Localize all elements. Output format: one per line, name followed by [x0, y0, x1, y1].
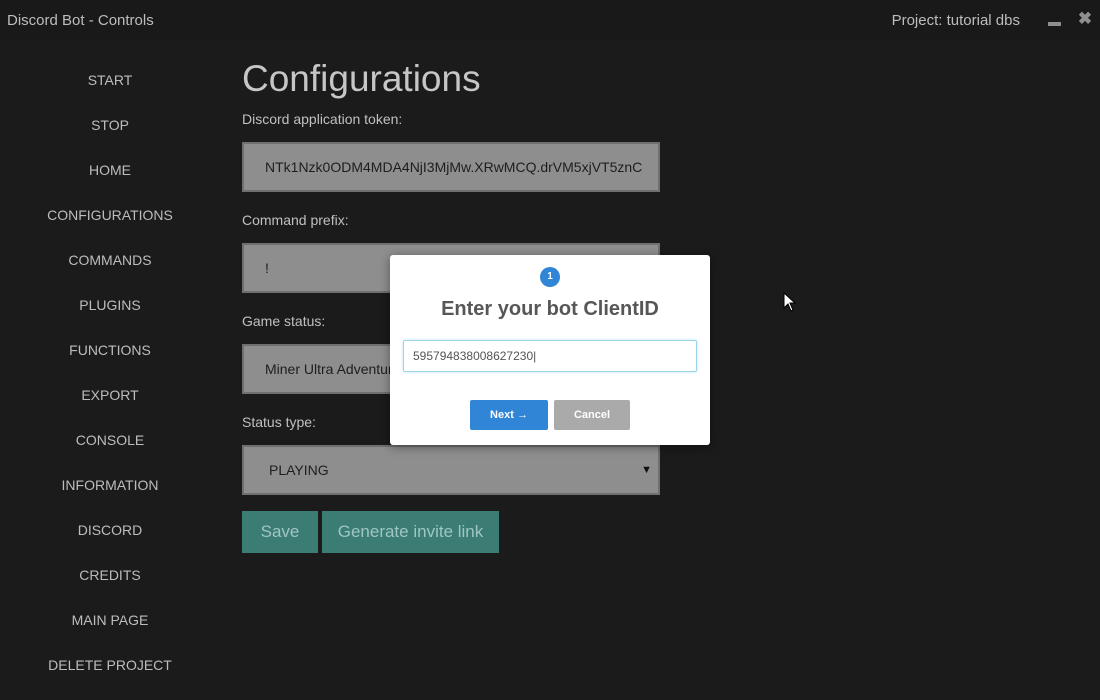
- save-button[interactable]: Save: [242, 511, 318, 553]
- token-field[interactable]: NTk1Nzk0ODM4MDA4NjI3MjMw.XRwMCQ.drVM5xjV…: [242, 142, 660, 192]
- app-title: Discord Bot - Controls: [7, 12, 154, 29]
- chevron-down-icon: ▼: [641, 464, 652, 476]
- sidebar-item-stop[interactable]: STOP: [0, 110, 220, 140]
- status-type-value: PLAYING: [269, 462, 329, 478]
- page-title: Configurations: [242, 58, 481, 99]
- close-icon[interactable]: ✖: [1077, 10, 1093, 28]
- sidebar-item-configurations[interactable]: CONFIGURATIONS: [0, 200, 220, 230]
- sidebar-item-main-page[interactable]: MAIN PAGE: [0, 605, 220, 635]
- game-status-label: Game status:: [242, 313, 326, 329]
- sidebar-item-credits[interactable]: CREDITS: [0, 560, 220, 590]
- next-button[interactable]: Next →: [470, 400, 548, 430]
- client-id-dialog: 1 Enter your bot ClientID 59579483800862…: [390, 255, 710, 445]
- sidebar-item-plugins[interactable]: PLUGINS: [0, 290, 220, 320]
- minimize-icon[interactable]: [1048, 14, 1062, 28]
- sidebar: START STOP HOME CONFIGURATIONS COMMANDS …: [0, 40, 220, 700]
- step-badge: 1: [540, 267, 560, 287]
- status-type-select[interactable]: PLAYING ▼: [242, 445, 660, 495]
- cancel-button[interactable]: Cancel: [554, 400, 630, 430]
- title-bar: Discord Bot - Controls Project: tutorial…: [0, 0, 1100, 40]
- sidebar-item-delete-project[interactable]: DELETE PROJECT: [0, 650, 220, 680]
- sidebar-item-functions[interactable]: FUNCTIONS: [0, 335, 220, 365]
- sidebar-item-start[interactable]: START: [0, 65, 220, 95]
- sidebar-item-discord[interactable]: DISCORD: [0, 515, 220, 545]
- mouse-cursor-icon: [783, 292, 797, 312]
- sidebar-item-export[interactable]: EXPORT: [0, 380, 220, 410]
- generate-invite-link-button[interactable]: Generate invite link: [322, 511, 499, 553]
- sidebar-item-home[interactable]: HOME: [0, 155, 220, 185]
- dialog-title: Enter your bot ClientID: [441, 298, 659, 320]
- sidebar-item-information[interactable]: INFORMATION: [0, 470, 220, 500]
- sidebar-item-console[interactable]: CONSOLE: [0, 425, 220, 455]
- client-id-input[interactable]: 595794838008627230|: [403, 340, 697, 372]
- sidebar-item-commands[interactable]: COMMANDS: [0, 245, 220, 275]
- project-label: Project: tutorial dbs: [891, 12, 1020, 29]
- prefix-label: Command prefix:: [242, 212, 349, 228]
- status-type-label: Status type:: [242, 414, 316, 430]
- token-label: Discord application token:: [242, 111, 403, 127]
